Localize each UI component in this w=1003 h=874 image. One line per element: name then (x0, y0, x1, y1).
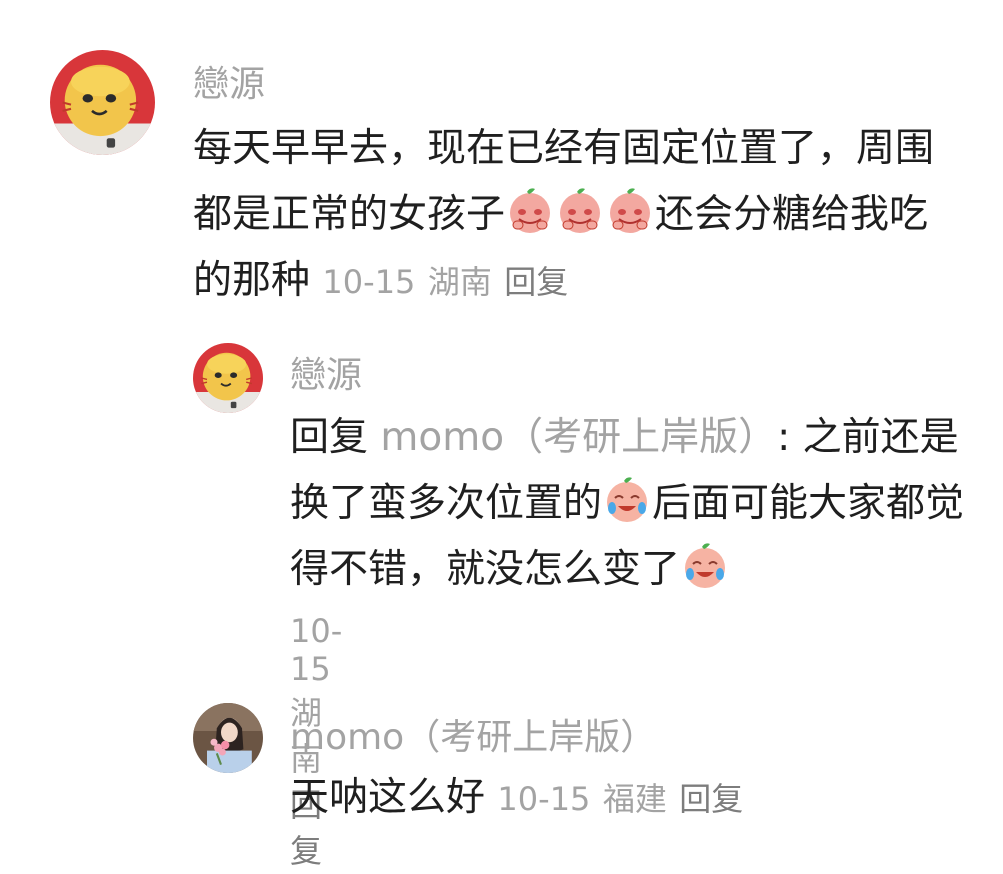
reply-text-content: 天呐这么好 (290, 775, 486, 820)
reply-date: 10-15 (497, 780, 591, 818)
reply-location: 福建 (602, 780, 667, 818)
girl-with-flowers-avatar-icon (193, 703, 263, 773)
user-avatar[interactable] (193, 703, 263, 773)
reply-author[interactable]: momo（考研上岸版） (290, 708, 656, 760)
lion-avatar-icon (50, 50, 155, 155)
reply-target-user[interactable]: momo（考研上岸版） (380, 415, 777, 460)
shy-peach-emoji (555, 185, 605, 235)
shy-peach-emoji (505, 185, 555, 235)
reply-date: 10-15 (290, 612, 343, 688)
shy-peach-emoji (605, 185, 655, 235)
comment-date: 10-15 (322, 263, 416, 301)
reply-text: 回复 momo（考研上岸版）: 之前还是换了蛮多次位置的 后面可能大家都觉得不错，… (290, 405, 970, 603)
comment-author[interactable]: 戀源 (193, 55, 265, 107)
user-avatar[interactable] (193, 343, 263, 413)
user-avatar[interactable] (50, 50, 155, 155)
crying-laugh-peach-emoji (602, 474, 652, 524)
crying-laugh-peach-emoji (680, 540, 730, 590)
reply-prefix: 回复 (290, 415, 369, 460)
comment-location: 湖南 (427, 263, 492, 301)
reply-button[interactable]: 回复 (679, 780, 743, 818)
reply-text: 天呐这么好 10-15 福建 回复 (290, 768, 970, 829)
comment-text: 每天早早去，现在已经有固定位置了，周围都是正常的女孩子 还会分糖给我吃的那种 10… (193, 116, 953, 315)
reply-author[interactable]: 戀源 (290, 346, 362, 398)
lion-avatar-icon (193, 343, 263, 413)
reply-button[interactable]: 回复 (504, 263, 568, 301)
